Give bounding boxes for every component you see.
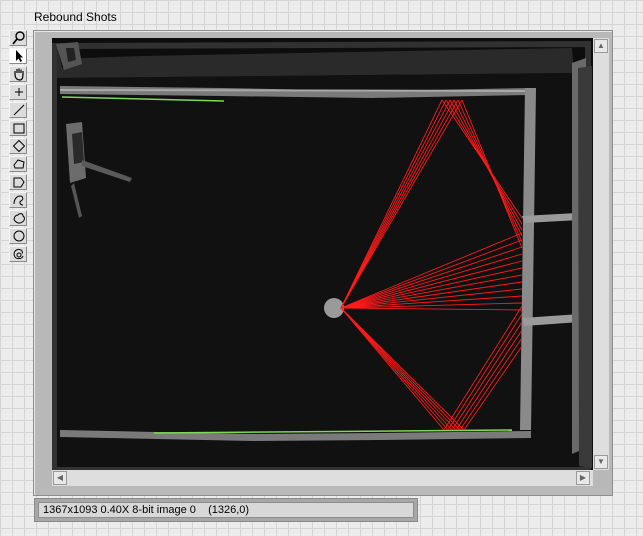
polygon-tool[interactable]	[9, 156, 27, 172]
image-info-bar: 1367x1093 0.40X 8-bit image 0 (1326,0)	[34, 498, 418, 522]
vertical-scrollbar[interactable]: ▲ ▼	[593, 38, 609, 470]
arrow-left-icon: ◀	[56, 473, 64, 482]
annulus-tool[interactable]	[9, 246, 27, 262]
pan-tool[interactable]	[9, 66, 27, 82]
arrow-up-icon: ▲	[597, 41, 605, 50]
pointer-tool[interactable]	[9, 48, 27, 64]
arrow-right-icon: ▶	[579, 473, 587, 482]
scroll-down-button[interactable]: ▼	[594, 455, 608, 469]
rotated-rectangle-tool[interactable]	[9, 138, 27, 154]
point-icon	[15, 88, 23, 96]
freehand-line-tool[interactable]	[9, 192, 27, 208]
polygon-icon	[13, 159, 25, 169]
control-label: Rebound Shots	[34, 10, 117, 24]
line-tool[interactable]	[9, 102, 27, 118]
line-icon	[13, 104, 25, 116]
rectangle-tool[interactable]	[9, 120, 27, 136]
rotated-rectangle-icon	[12, 139, 26, 153]
annulus-icon	[13, 248, 24, 260]
broken-line-icon	[13, 177, 25, 188]
oval-tool[interactable]	[9, 228, 27, 244]
image-info-text: 1367x1093 0.40X 8-bit image 0 (1326,0)	[38, 502, 414, 518]
roi-toolbar	[8, 30, 28, 264]
freehand-region-icon	[13, 213, 25, 224]
scroll-left-button[interactable]: ◀	[53, 471, 67, 485]
freehand-line-icon	[13, 195, 24, 206]
zoom-icon	[12, 31, 25, 45]
rebound-image	[52, 38, 593, 470]
pointer-icon	[16, 50, 23, 62]
scroll-right-button[interactable]: ▶	[576, 471, 590, 485]
oval-icon	[13, 230, 25, 242]
point-tool[interactable]	[9, 84, 27, 100]
rectangle-icon	[13, 123, 25, 134]
zoom-tool[interactable]	[9, 30, 27, 46]
pan-hand-icon	[14, 68, 24, 81]
image-viewport[interactable]	[52, 38, 593, 470]
broken-line-tool[interactable]	[9, 174, 27, 190]
scroll-up-button[interactable]: ▲	[594, 39, 608, 53]
freehand-region-tool[interactable]	[9, 210, 27, 226]
arrow-down-icon: ▼	[597, 457, 605, 466]
horizontal-scrollbar[interactable]: ◀ ▶	[52, 470, 593, 486]
